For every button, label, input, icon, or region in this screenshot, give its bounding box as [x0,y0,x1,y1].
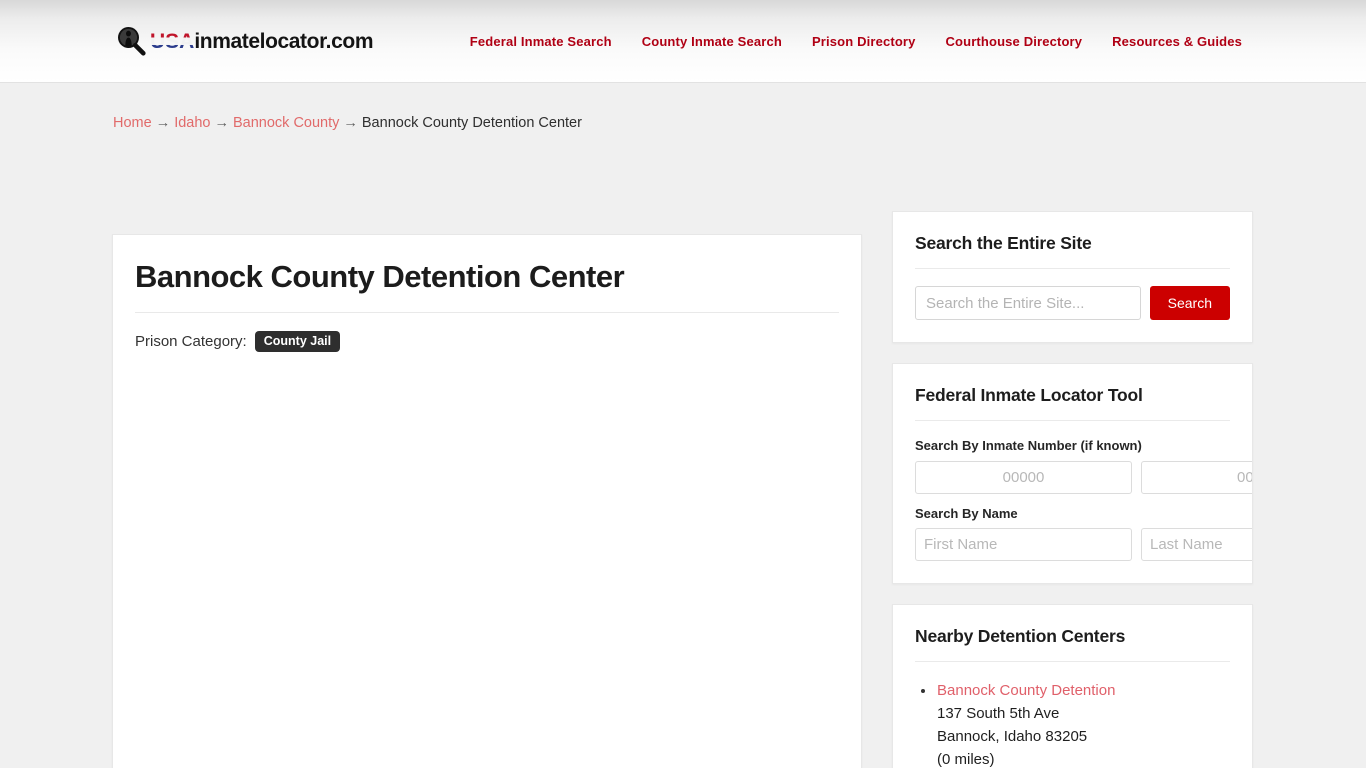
nearby-detention-centers-panel: Nearby Detention Centers Bannock County … [892,604,1253,768]
nav-item-federal-inmate-search[interactable]: Federal Inmate Search [470,34,612,49]
search-input[interactable] [915,286,1141,320]
sidebar: Search the Entire Site Search Federal In… [892,211,1253,768]
nearby-facility-link[interactable]: Bannock County Detention [937,682,1115,699]
first-name-field[interactable] [915,528,1132,562]
federal-inmate-locator-panel: Federal Inmate Locator Tool Search By In… [892,363,1253,585]
nearby-facility-distance: (0 miles) [937,751,995,768]
search-site-panel-title: Search the Entire Site [915,233,1092,253]
search-site-form: Search [915,286,1230,320]
search-site-panel: Search the Entire Site Search [892,211,1253,343]
breadcrumb-item-bannock-county[interactable]: Bannock County [233,115,339,131]
search-by-name-row: Submit [915,528,1252,562]
page-title: Bannock County Detention Center [135,259,625,294]
magnifier-person-icon [114,24,148,58]
header-inner: USAinmatelocator.com Federal Inmate Sear… [0,0,1366,82]
site-logo[interactable]: USAinmatelocator.com [114,21,374,61]
nav-item-county-inmate-search[interactable]: County Inmate Search [642,34,782,49]
nav-item-courthouse-directory[interactable]: Courthouse Directory [946,34,1083,49]
prison-category-label: Prison Category: [135,332,247,350]
nearby-panel-title: Nearby Detention Centers [915,626,1126,647]
breadcrumb-separator: → [214,115,229,131]
panel-divider [915,661,1230,663]
breadcrumb-item-current: Bannock County Detention Center [361,115,582,131]
breadcrumb: Home → Idaho → Bannock County → Bannock County… [113,116,582,131]
title-divider [135,311,839,313]
breadcrumb-separator: → [343,115,358,131]
inmate-number-major-field[interactable] [915,460,1132,494]
logo-domain-text: inmatelocator.com [194,29,374,53]
list-item: Bannock County Detention 137 South 5th A… [915,679,1230,768]
inmate-number-row: Submit [915,460,1252,494]
site-header: USAinmatelocator.com Federal Inmate Sear… [0,0,1366,83]
inmate-number-minor-field[interactable] [1141,460,1252,494]
breadcrumb-item-idaho[interactable]: Idaho [174,115,210,131]
nav-item-prison-directory[interactable]: Prison Directory [812,34,916,49]
last-name-field[interactable] [1141,528,1252,562]
prison-category-row: Prison Category: County Jail [135,330,839,353]
prison-category-badge: County Jail [254,330,341,353]
main-navigation: Federal Inmate Search County Inmate Sear… [470,34,1242,49]
logo-usa-text: USA [150,29,195,53]
panel-divider [915,420,1230,421]
nav-item-resources-guides[interactable]: Resources & Guides [1112,34,1242,49]
main-content-card: Bannock County Detention Center Prison C… [112,234,862,768]
page-body: Home → Idaho → Bannock County → Bannock County… [0,83,1366,768]
nearby-facility-city-state-zip: Bannock, Idaho 83205 [937,728,1088,746]
search-button[interactable]: Search [1149,286,1230,320]
inmate-number-label: Search By Inmate Number (if known) [915,438,1142,453]
breadcrumb-item-home[interactable]: Home [113,115,152,131]
logo-text: USAinmatelocator.com [150,29,374,53]
search-by-name-label: Search By Name [915,505,1018,521]
nearby-list: Bannock County Detention 137 South 5th A… [915,679,1230,768]
breadcrumb-separator: → [155,115,171,131]
federal-tool-panel-title: Federal Inmate Locator Tool [915,385,1143,405]
panel-divider [915,268,1230,269]
nearby-facility-street: 137 South 5th Ave [937,705,1060,723]
